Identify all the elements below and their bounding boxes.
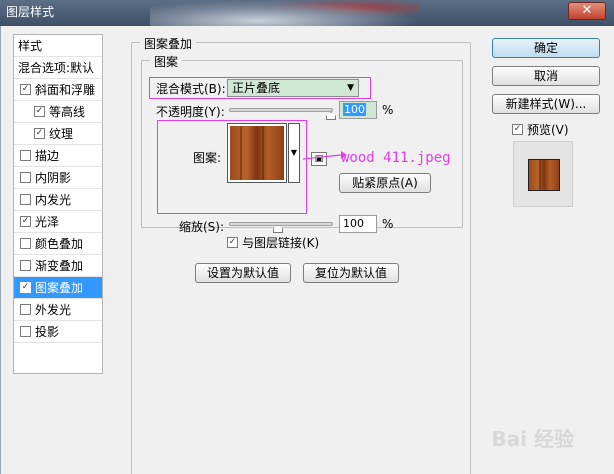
style-list-item-label: 投影 [35,324,60,339]
cancel-button[interactable]: 取消 [492,66,600,86]
window-title: 图层样式 [6,5,55,19]
blend-mode-value: 正片叠底 [232,81,281,95]
style-list-item-label: 外发光 [35,302,72,317]
checkbox-icon[interactable] [20,326,31,337]
style-list-item[interactable]: ✓ 斜面和浮雕 [14,79,102,101]
style-preview [513,141,573,207]
checkbox-icon[interactable] [20,150,31,161]
checkbox-icon[interactable] [20,194,31,205]
chevron-down-icon: ▼ [347,83,354,93]
style-list-item[interactable]: 描边 [14,145,102,167]
blend-mode-select[interactable]: 正片叠底 ▼ [227,79,359,97]
checkbox-icon[interactable] [20,172,31,183]
checkbox-icon[interactable] [20,238,31,249]
preview-checkbox[interactable]: ✓ 预览(V) [512,121,569,138]
opacity-value: 100 [343,103,366,116]
title-bar-artwork [150,0,420,26]
opacity-input[interactable]: 100 [339,101,377,119]
pattern-annotation: wood 411.jpeg [341,150,451,166]
style-list-item-label: 纹理 [49,126,74,141]
style-list: 样式 混合选项:默认 ✓ 斜面和浮雕 ✓ 等高线 ✓ 纹理描边内阴影内发光 ✓ 光泽颜色叠加渐… [13,34,103,374]
checkbox-icon[interactable]: ✓ [34,106,45,117]
style-list-item[interactable]: 内发光 [14,189,102,211]
opacity-label: 不透明度(Y): [156,105,225,119]
scale-slider-track[interactable] [229,222,333,226]
checkbox-icon[interactable]: ✓ [20,84,31,95]
pattern-subgroup-title: 图案 [150,53,183,70]
wood-pattern-swatch [230,126,284,180]
style-list-item[interactable]: ✓ 纹理 [14,123,102,145]
style-list-item[interactable]: 内阴影 [14,167,102,189]
ok-button[interactable]: 确定 [492,38,600,58]
scale-percent: % [382,217,394,231]
style-list-item[interactable]: 投影 [14,321,102,343]
link-with-layer-label: 与图层链接(K) [242,236,320,250]
layer-style-dialog: 样式 混合选项:默认 ✓ 斜面和浮雕 ✓ 等高线 ✓ 纹理描边内阴影内发光 ✓ 光泽颜色叠加渐… [0,26,614,474]
opacity-percent: % [382,103,394,117]
style-list-item-label: 描边 [35,148,60,163]
style-list-item-label: 斜面和浮雕 [35,82,96,97]
preview-label: 预览(V) [527,123,569,137]
checkbox-icon[interactable]: ✓ [20,216,31,227]
scale-label: 缩放(S): [179,220,225,234]
style-list-item[interactable]: ✓ 图案叠加 [14,277,102,299]
style-list-item[interactable]: ✓ 等高线 [14,101,102,123]
style-list-header[interactable]: 样式 [14,35,102,57]
pattern-label: 图案: [193,151,222,165]
scale-input[interactable]: 100 [339,215,377,233]
pattern-dropdown-arrow[interactable]: ▼ [288,123,300,183]
close-button[interactable]: ✕ [568,2,606,20]
checkbox-icon[interactable] [20,304,31,315]
pattern-overlay-title: 图案叠加 [140,35,197,52]
preview-swatch [528,159,560,191]
checkbox-icon[interactable]: ✓ [34,128,45,139]
make-default-button[interactable]: 设置为默认值 [195,263,291,283]
opacity-slider-track[interactable] [229,108,333,112]
pattern-picker[interactable] [227,123,287,183]
blend-mode-label: 混合模式(B): [156,82,226,96]
watermark: Bai 经验 [491,427,574,451]
style-list-item[interactable]: 外发光 [14,299,102,321]
style-list-item-label: 颜色叠加 [35,236,84,251]
style-list-item-label: 内阴影 [35,170,72,185]
title-bar: 图层样式 ✕ [0,0,614,26]
style-list-item-label: 等高线 [49,104,86,119]
style-list-item-label: 渐变叠加 [35,258,84,273]
new-style-button[interactable]: 新建样式(W)... [492,94,600,114]
blend-options-default[interactable]: 混合选项:默认 [14,57,102,79]
style-list-item-label: 光泽 [35,214,60,229]
style-list-item[interactable]: ✓ 光泽 [14,211,102,233]
style-list-item-label: 图案叠加 [35,280,84,295]
preview-checkbox-box[interactable]: ✓ [512,124,523,135]
snap-to-origin-button[interactable]: 贴紧原点(A) [339,173,431,193]
checkbox-icon[interactable]: ✓ [20,282,31,293]
reset-default-button[interactable]: 复位为默认值 [303,263,399,283]
style-list-item[interactable]: 颜色叠加 [14,233,102,255]
checkbox-icon[interactable] [20,260,31,271]
style-list-item-label: 内发光 [35,192,72,207]
style-list-item[interactable]: 渐变叠加 [14,255,102,277]
link-with-layer-checkbox[interactable]: ✓ 与图层链接(K) [227,234,319,251]
link-checkbox-box[interactable]: ✓ [227,237,238,248]
